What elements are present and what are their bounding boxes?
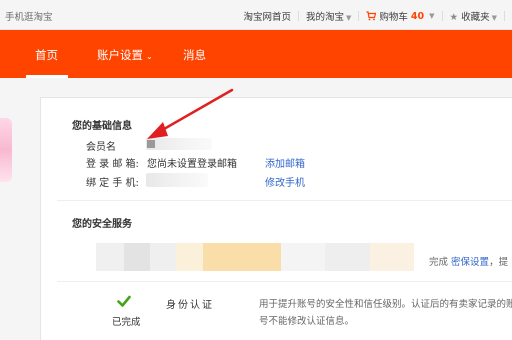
progress-segment [150, 243, 176, 271]
nav-home[interactable]: 首页 [35, 47, 58, 63]
favorites-link[interactable]: ★ 收藏夹 ▼ [450, 9, 497, 23]
favorites-label: 收藏夹 [461, 12, 490, 23]
chevron-down-icon: ▼ [429, 12, 435, 20]
status-trail: ，提 [489, 257, 509, 268]
identity-auth-description: 用于提升账号的安全性和信任级别。认证后的有卖家记录的账号不能修改认证信息。 [259, 299, 512, 327]
add-email-link[interactable]: 添加邮箱 [265, 155, 305, 170]
progress-segment [281, 243, 325, 271]
taobao-home-link[interactable]: 淘宝网首页 [243, 9, 291, 23]
active-tab-indicator [26, 75, 68, 78]
mobile-taobao-link[interactable]: 手机逛淘宝 [5, 9, 53, 23]
check-icon [117, 295, 131, 307]
progress-segment [370, 243, 414, 271]
nav-account-settings[interactable]: 账户设置 ⌄ [97, 47, 153, 63]
divider [297, 11, 299, 21]
member-name-value [146, 138, 212, 150]
side-decoration [0, 118, 12, 182]
change-phone-link[interactable]: 修改手机 [265, 174, 305, 189]
progress-segment [96, 243, 124, 271]
security-status: 完成 密保设置，提 [429, 254, 508, 268]
security-title: 您的安全服务 [72, 219, 132, 230]
member-name-mark [147, 140, 155, 148]
phone-value [146, 173, 208, 187]
chevron-down-icon: ▼ [346, 14, 352, 22]
account-info-card: 您的基础信息 会员名 登 录 邮 箱: 您尚未设置登录邮箱 添加邮箱 绑 定 手… [40, 97, 512, 340]
progress-segment [203, 243, 281, 271]
status-done-label: 完成 [429, 257, 449, 268]
security-progress-bar [96, 243, 414, 271]
cart-link[interactable]: 购物车 40 ▼ [366, 9, 435, 23]
cart-count: 40 [410, 10, 425, 22]
chevron-down-icon: ⌄ [146, 52, 153, 61]
star-icon: ★ [449, 12, 459, 23]
identity-auth-label: 身份认证 [166, 300, 214, 311]
main-nav: 首页 账户设置 ⌄ 消息 [0, 30, 512, 78]
phone-label: 绑 定 手 机: [86, 178, 139, 189]
top-bar-right: 淘宝网首页 我的淘宝 ▼ 购物车 40 ▼ ★ 收藏夹 ▼ [243, 9, 512, 23]
nav-account-settings-label: 账户设置 [97, 48, 143, 62]
section-divider [57, 281, 512, 282]
my-taobao-link[interactable]: 我的淘宝 ▼ [306, 9, 351, 23]
cart-icon [366, 11, 377, 21]
cart-label: 购物车 [379, 12, 408, 23]
email-label: 登 录 邮 箱: [86, 159, 139, 170]
divider [441, 11, 443, 21]
chevron-down-icon: ▼ [491, 14, 497, 22]
my-taobao-label: 我的淘宝 [305, 12, 344, 23]
progress-segment [325, 243, 370, 271]
auth-done-label: 已完成 [112, 317, 141, 328]
divider [358, 11, 360, 21]
top-bar: 手机逛淘宝 淘宝网首页 我的淘宝 ▼ 购物车 40 ▼ ★ 收藏夹 ▼ [0, 0, 512, 30]
progress-segment [124, 243, 150, 271]
nav-messages[interactable]: 消息 [183, 47, 206, 63]
basic-info-title: 您的基础信息 [72, 121, 132, 132]
section-divider [57, 200, 512, 201]
progress-segment [176, 243, 203, 271]
member-name-label: 会员名 [86, 142, 116, 153]
email-value: 您尚未设置登录邮箱 [147, 159, 237, 170]
security-settings-link[interactable]: 密保设置 [451, 257, 489, 268]
divider [504, 11, 505, 21]
